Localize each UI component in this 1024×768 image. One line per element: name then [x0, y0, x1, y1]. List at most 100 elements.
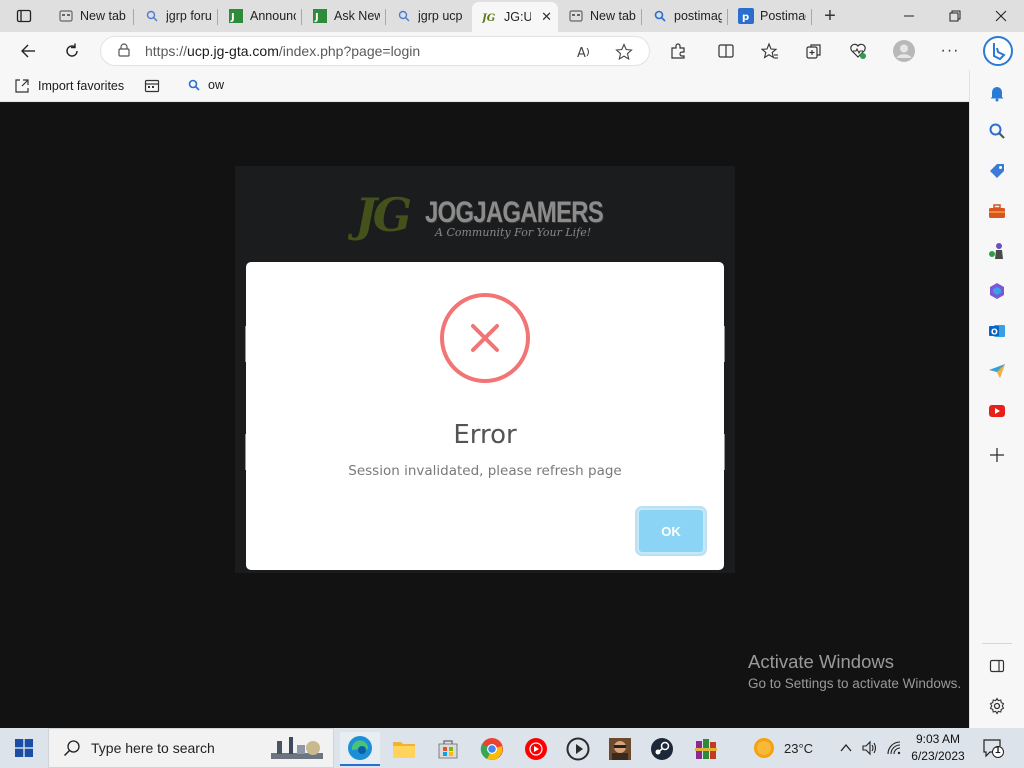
taskbar-media-player[interactable]	[558, 732, 598, 766]
svg-text:p: p	[742, 12, 749, 23]
close-window-button[interactable]	[978, 0, 1024, 32]
archive-books-icon	[695, 739, 717, 759]
search-icon	[63, 740, 80, 757]
sun-icon	[754, 738, 774, 758]
tab-new-tab-2[interactable]: New tab	[558, 2, 642, 30]
tab-postimage[interactable]: p Postimage	[728, 2, 812, 30]
import-favorites-link[interactable]: Import favorites	[14, 78, 124, 94]
temperature-label: 23°C	[784, 740, 814, 756]
taskbar-file-explorer[interactable]	[384, 732, 424, 766]
ok-button[interactable]: OK	[637, 508, 705, 554]
favorites-button[interactable]	[756, 37, 784, 65]
taskbar-winrar[interactable]	[686, 732, 726, 766]
taskbar-game[interactable]	[600, 732, 640, 766]
tab-postimage-search[interactable]: postimage	[642, 2, 728, 30]
svg-text:A: A	[577, 46, 586, 60]
taskbar-search-box[interactable]: Type here to search	[48, 728, 334, 768]
sidebar-games[interactable]	[984, 238, 1010, 264]
dialog-message: Session invalidated, please refresh page	[348, 463, 622, 479]
restore-button[interactable]	[932, 0, 978, 32]
shopping-tag-icon	[990, 164, 1004, 178]
tab-actions-icon	[16, 9, 32, 23]
import-icon	[15, 79, 29, 93]
search-highlight-icon	[271, 737, 323, 759]
notification-center-button[interactable]: 1	[982, 738, 1004, 758]
back-button[interactable]	[14, 37, 42, 65]
back-arrow-icon	[21, 44, 35, 58]
show-hidden-icons-button[interactable]	[838, 740, 854, 756]
search-icon	[396, 8, 412, 24]
favorite-item-ow[interactable]: ow	[188, 78, 224, 92]
taskbar-youtube-music[interactable]	[516, 732, 556, 766]
watermark-title: Activate Windows	[748, 651, 894, 672]
sidebar-send[interactable]	[984, 358, 1010, 384]
sidebar-tools[interactable]	[984, 198, 1010, 224]
dialog-title: Error	[453, 420, 517, 450]
refresh-icon	[66, 43, 78, 57]
weather-widget[interactable]: 23°C	[752, 728, 813, 768]
toolbox-icon	[989, 204, 1005, 218]
refresh-button[interactable]	[58, 37, 86, 65]
edge-sidebar: O	[969, 70, 1024, 728]
outlook-icon: O	[989, 325, 1005, 337]
clock-time: 9:03 AM	[915, 732, 961, 746]
sidebar-microsoft365[interactable]	[984, 278, 1010, 304]
sidebar-outlook[interactable]: O	[984, 318, 1010, 344]
sidebar-hide[interactable]	[984, 653, 1010, 679]
read-aloud-icon[interactable]: A	[575, 43, 593, 61]
sidebar-add[interactable]	[984, 442, 1010, 468]
browser-essentials-button[interactable]	[844, 37, 872, 65]
chess-piece-icon	[989, 243, 1003, 259]
collections-icon	[806, 44, 821, 59]
lock-icon[interactable]	[117, 42, 131, 60]
tab-title: jgrp forum	[166, 9, 212, 23]
steam-icon	[651, 738, 673, 760]
new-tab-button[interactable]: +	[818, 4, 842, 28]
folder-icon	[393, 742, 415, 758]
bing-chat-button[interactable]	[982, 35, 1014, 67]
youtube-icon	[989, 405, 1005, 417]
favorite-star-icon[interactable]	[615, 43, 633, 61]
sidebar-shopping[interactable]	[984, 158, 1010, 184]
activate-windows-watermark: Activate Windows Go to Settings to activ…	[748, 651, 961, 691]
tab-actions-button[interactable]	[8, 4, 40, 28]
taskbar-edge[interactable]	[340, 732, 380, 766]
puzzle-icon	[671, 43, 685, 59]
search-icon	[188, 79, 200, 91]
tab-title: JG:U	[504, 10, 532, 24]
minimize-button[interactable]	[886, 0, 932, 32]
tab-new-tab-1[interactable]: New tab	[48, 2, 134, 30]
taskbar-clock[interactable]: 9:03 AM 6/23/2023	[900, 731, 976, 765]
volume-button[interactable]	[862, 740, 878, 756]
edge-icon	[348, 736, 372, 760]
tab-jg-ucp-active[interactable]: JG JG:U ✕	[472, 2, 558, 32]
taskbar-store[interactable]	[428, 732, 468, 766]
tab-announce[interactable]: J Announce	[218, 2, 302, 30]
tab-ask-new[interactable]: J Ask New	[302, 2, 386, 30]
plus-icon	[990, 448, 1004, 462]
sidebar-youtube[interactable]	[984, 398, 1010, 424]
close-tab-icon[interactable]: ✕	[541, 9, 552, 25]
svg-text:J: J	[314, 12, 319, 23]
collections-button[interactable]	[800, 37, 828, 65]
sidebar-search[interactable]	[984, 118, 1010, 144]
start-button[interactable]	[0, 728, 48, 768]
profile-button[interactable]	[890, 37, 918, 65]
sidebar-notifications[interactable]	[984, 80, 1010, 106]
more-dots-icon: ···	[940, 42, 960, 59]
windows-taskbar: Type here to search 23°C 9:03 AM 6/23/20…	[0, 728, 1024, 768]
restore-icon	[949, 10, 961, 22]
game-character-icon	[609, 738, 631, 760]
split-screen-button[interactable]	[712, 37, 740, 65]
settings-more-button[interactable]: ···	[936, 37, 964, 65]
taskbar-chrome[interactable]	[472, 732, 512, 766]
sidebar-settings[interactable]	[984, 693, 1010, 719]
sidebar-divider	[982, 643, 1012, 644]
favorites-folder-button[interactable]	[144, 78, 160, 94]
bell-icon	[990, 87, 1004, 102]
tab-jgrp-forum[interactable]: jgrp forum	[134, 2, 218, 30]
taskbar-steam[interactable]	[642, 732, 682, 766]
tab-jgrp-ucp[interactable]: jgrp ucp	[386, 2, 470, 30]
address-bar[interactable]: https://ucp.jg-gta.com/index.php?page=lo…	[100, 36, 650, 66]
extensions-button[interactable]	[664, 37, 692, 65]
